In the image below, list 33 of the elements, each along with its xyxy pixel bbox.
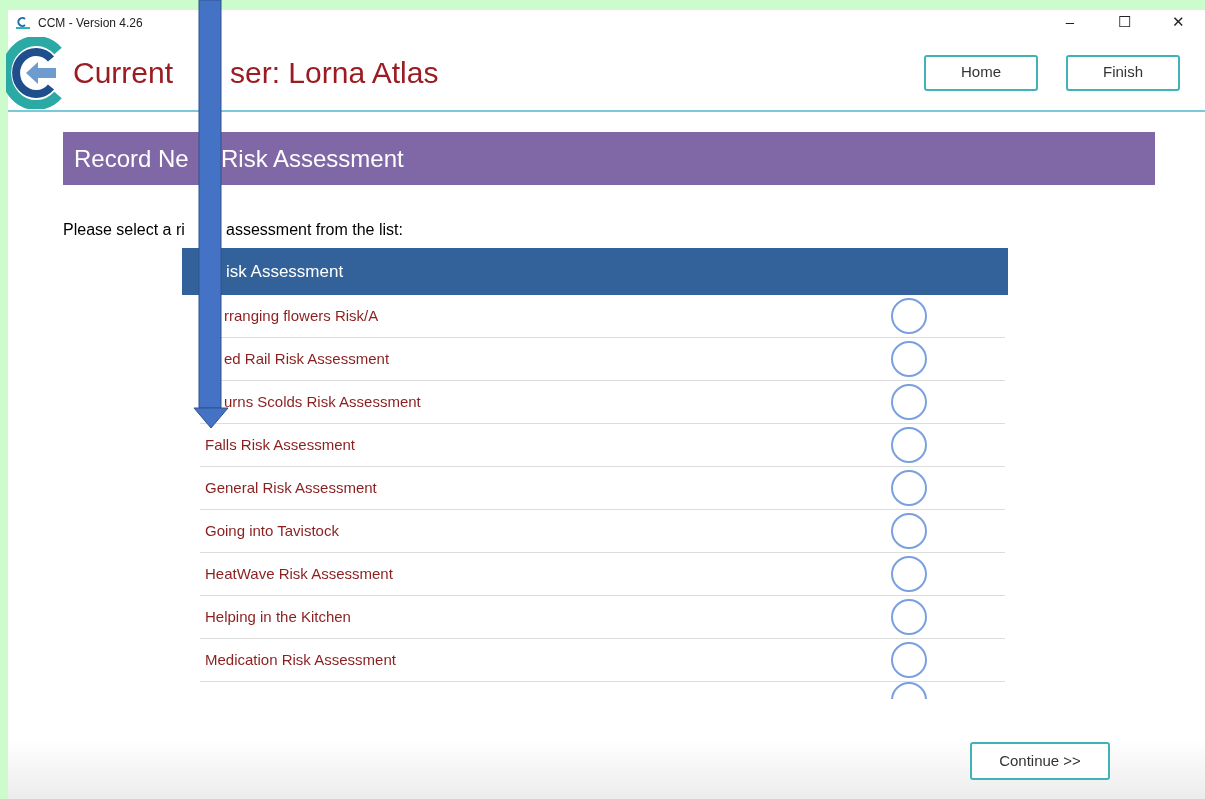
radio-button[interactable]: [891, 341, 927, 377]
list-item[interactable]: ed Rail Risk Assessment: [224, 347, 390, 371]
radio-button[interactable]: [891, 599, 927, 635]
current-user-title: ser: Lorna Atlas: [230, 55, 439, 91]
radio-button[interactable]: [891, 642, 927, 678]
radio-button[interactable]: [891, 298, 927, 334]
app-icon: [16, 16, 30, 29]
banner-title: Record Ne: [74, 143, 189, 174]
column-header: isk Assessment: [226, 260, 344, 283]
maximize-button[interactable]: ☐: [1097, 11, 1151, 34]
prompt-text: assessment from the list:: [226, 220, 403, 240]
window-title: CCM - Version 4.26: [38, 14, 143, 32]
list-item[interactable]: General Risk Assessment: [205, 476, 377, 500]
current-user-title: Current: [73, 55, 174, 91]
list-item[interactable]: Falls Risk Assessment: [205, 433, 356, 457]
radio-button[interactable]: [891, 556, 927, 592]
radio-button[interactable]: [891, 470, 927, 506]
nav-button[interactable]: Finish: [1066, 54, 1180, 91]
list-item[interactable]: Going into Tavistock: [205, 519, 339, 543]
radio-button[interactable]: [891, 384, 927, 420]
continue-button[interactable]: Continue >>: [970, 742, 1110, 780]
list-item[interactable]: Helping in the Kitchen: [205, 605, 351, 629]
minimize-button[interactable]: –: [1043, 11, 1097, 34]
close-button[interactable]: ✕: [1151, 11, 1205, 34]
banner-title: Risk Assessment: [221, 143, 404, 174]
list-item[interactable]: HeatWave Risk Assessment: [205, 562, 393, 586]
nav-button[interactable]: Home: [924, 54, 1038, 91]
list-item[interactable]: rranging flowers Risk/A: [224, 304, 379, 328]
radio-button[interactable]: [891, 513, 927, 549]
list-item[interactable]: Medication Risk Assessment: [205, 648, 396, 672]
radio-button[interactable]: [891, 427, 927, 463]
list-item[interactable]: urns Scolds Risk Assessment: [224, 390, 421, 414]
prompt-text: Please select a ri: [63, 220, 185, 240]
